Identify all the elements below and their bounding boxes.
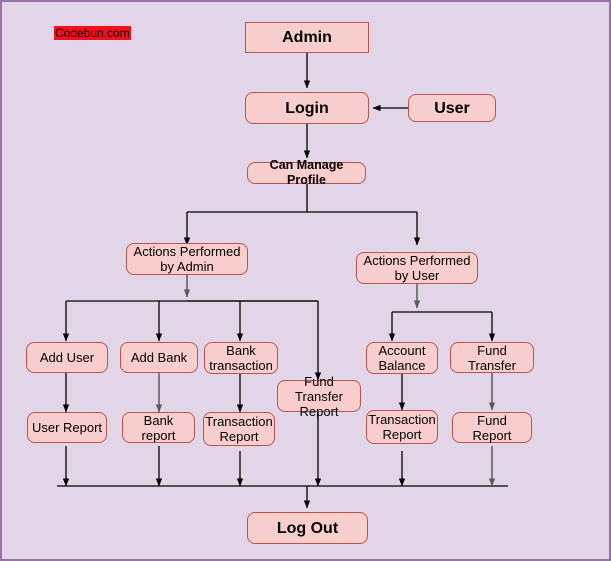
node-account-balance[interactable]: Account Balance (366, 342, 438, 374)
node-fund-report[interactable]: Fund Report (452, 412, 532, 443)
node-log-out[interactable]: Log Out (247, 512, 368, 544)
node-bank-report[interactable]: Bank report (122, 412, 195, 443)
node-login[interactable]: Login (245, 92, 369, 124)
node-add-bank[interactable]: Add Bank (120, 342, 198, 373)
node-admin[interactable]: Admin (245, 22, 369, 53)
node-actions-performed-by-user[interactable]: Actions Performed by User (356, 252, 478, 284)
node-transaction-report-user[interactable]: Transaction Report (366, 410, 438, 444)
node-bank-transaction[interactable]: Bank transaction (204, 342, 278, 374)
flowchart-canvas: Codebun.com Admin Login User Can Manage … (0, 0, 611, 561)
node-add-user[interactable]: Add User (26, 342, 108, 373)
node-fund-transfer[interactable]: Fund Transfer (450, 342, 534, 373)
connector-lines (57, 53, 508, 509)
node-fund-transfer-report[interactable]: Fund Transfer Report (277, 374, 361, 419)
node-can-manage-profile[interactable]: Can Manage Profile (247, 158, 366, 187)
node-transaction-report-admin[interactable]: Transaction Report (203, 412, 275, 446)
node-user-report[interactable]: User Report (27, 412, 107, 443)
watermark: Codebun.com (54, 26, 131, 40)
node-actions-performed-by-admin[interactable]: Actions Performed by Admin (126, 243, 248, 275)
node-user[interactable]: User (408, 94, 496, 122)
